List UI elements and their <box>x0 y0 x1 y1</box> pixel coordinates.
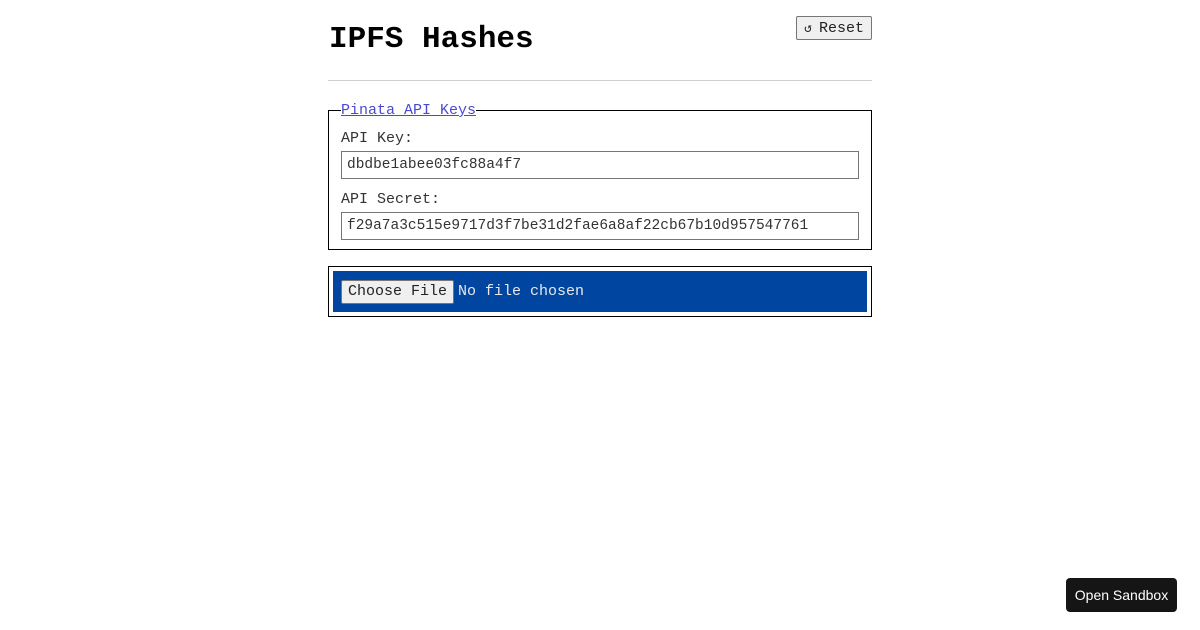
choose-file-button[interactable]: Choose File <box>341 279 455 304</box>
api-secret-label: API Secret: <box>341 191 441 208</box>
file-upload-box: Choose File No file chosen <box>328 266 872 317</box>
undo-arrow-icon: ↺ <box>804 20 812 36</box>
file-status-text: No file chosen <box>458 283 585 300</box>
api-keys-legend: Pinata API Keys <box>341 102 476 119</box>
api-keys-fieldset: Pinata API Keys API Key: API Secret: <box>328 102 872 250</box>
api-key-input[interactable] <box>341 151 859 179</box>
api-key-label: API Key: <box>341 130 414 147</box>
file-upload-dropzone[interactable]: Choose File No file chosen <box>333 271 867 312</box>
reset-button-label: Reset <box>818 19 864 37</box>
page-header: IPFS Hashes ↺ Reset <box>328 0 872 81</box>
page-title: IPFS Hashes <box>329 22 534 57</box>
open-sandbox-button[interactable]: Open Sandbox <box>1066 578 1177 612</box>
page-container: IPFS Hashes ↺ Reset Pinata API Keys API … <box>328 0 872 317</box>
pinata-api-keys-link[interactable]: Pinata API Keys <box>341 102 476 119</box>
api-secret-input[interactable] <box>341 212 859 240</box>
reset-button[interactable]: ↺ Reset <box>796 16 872 40</box>
